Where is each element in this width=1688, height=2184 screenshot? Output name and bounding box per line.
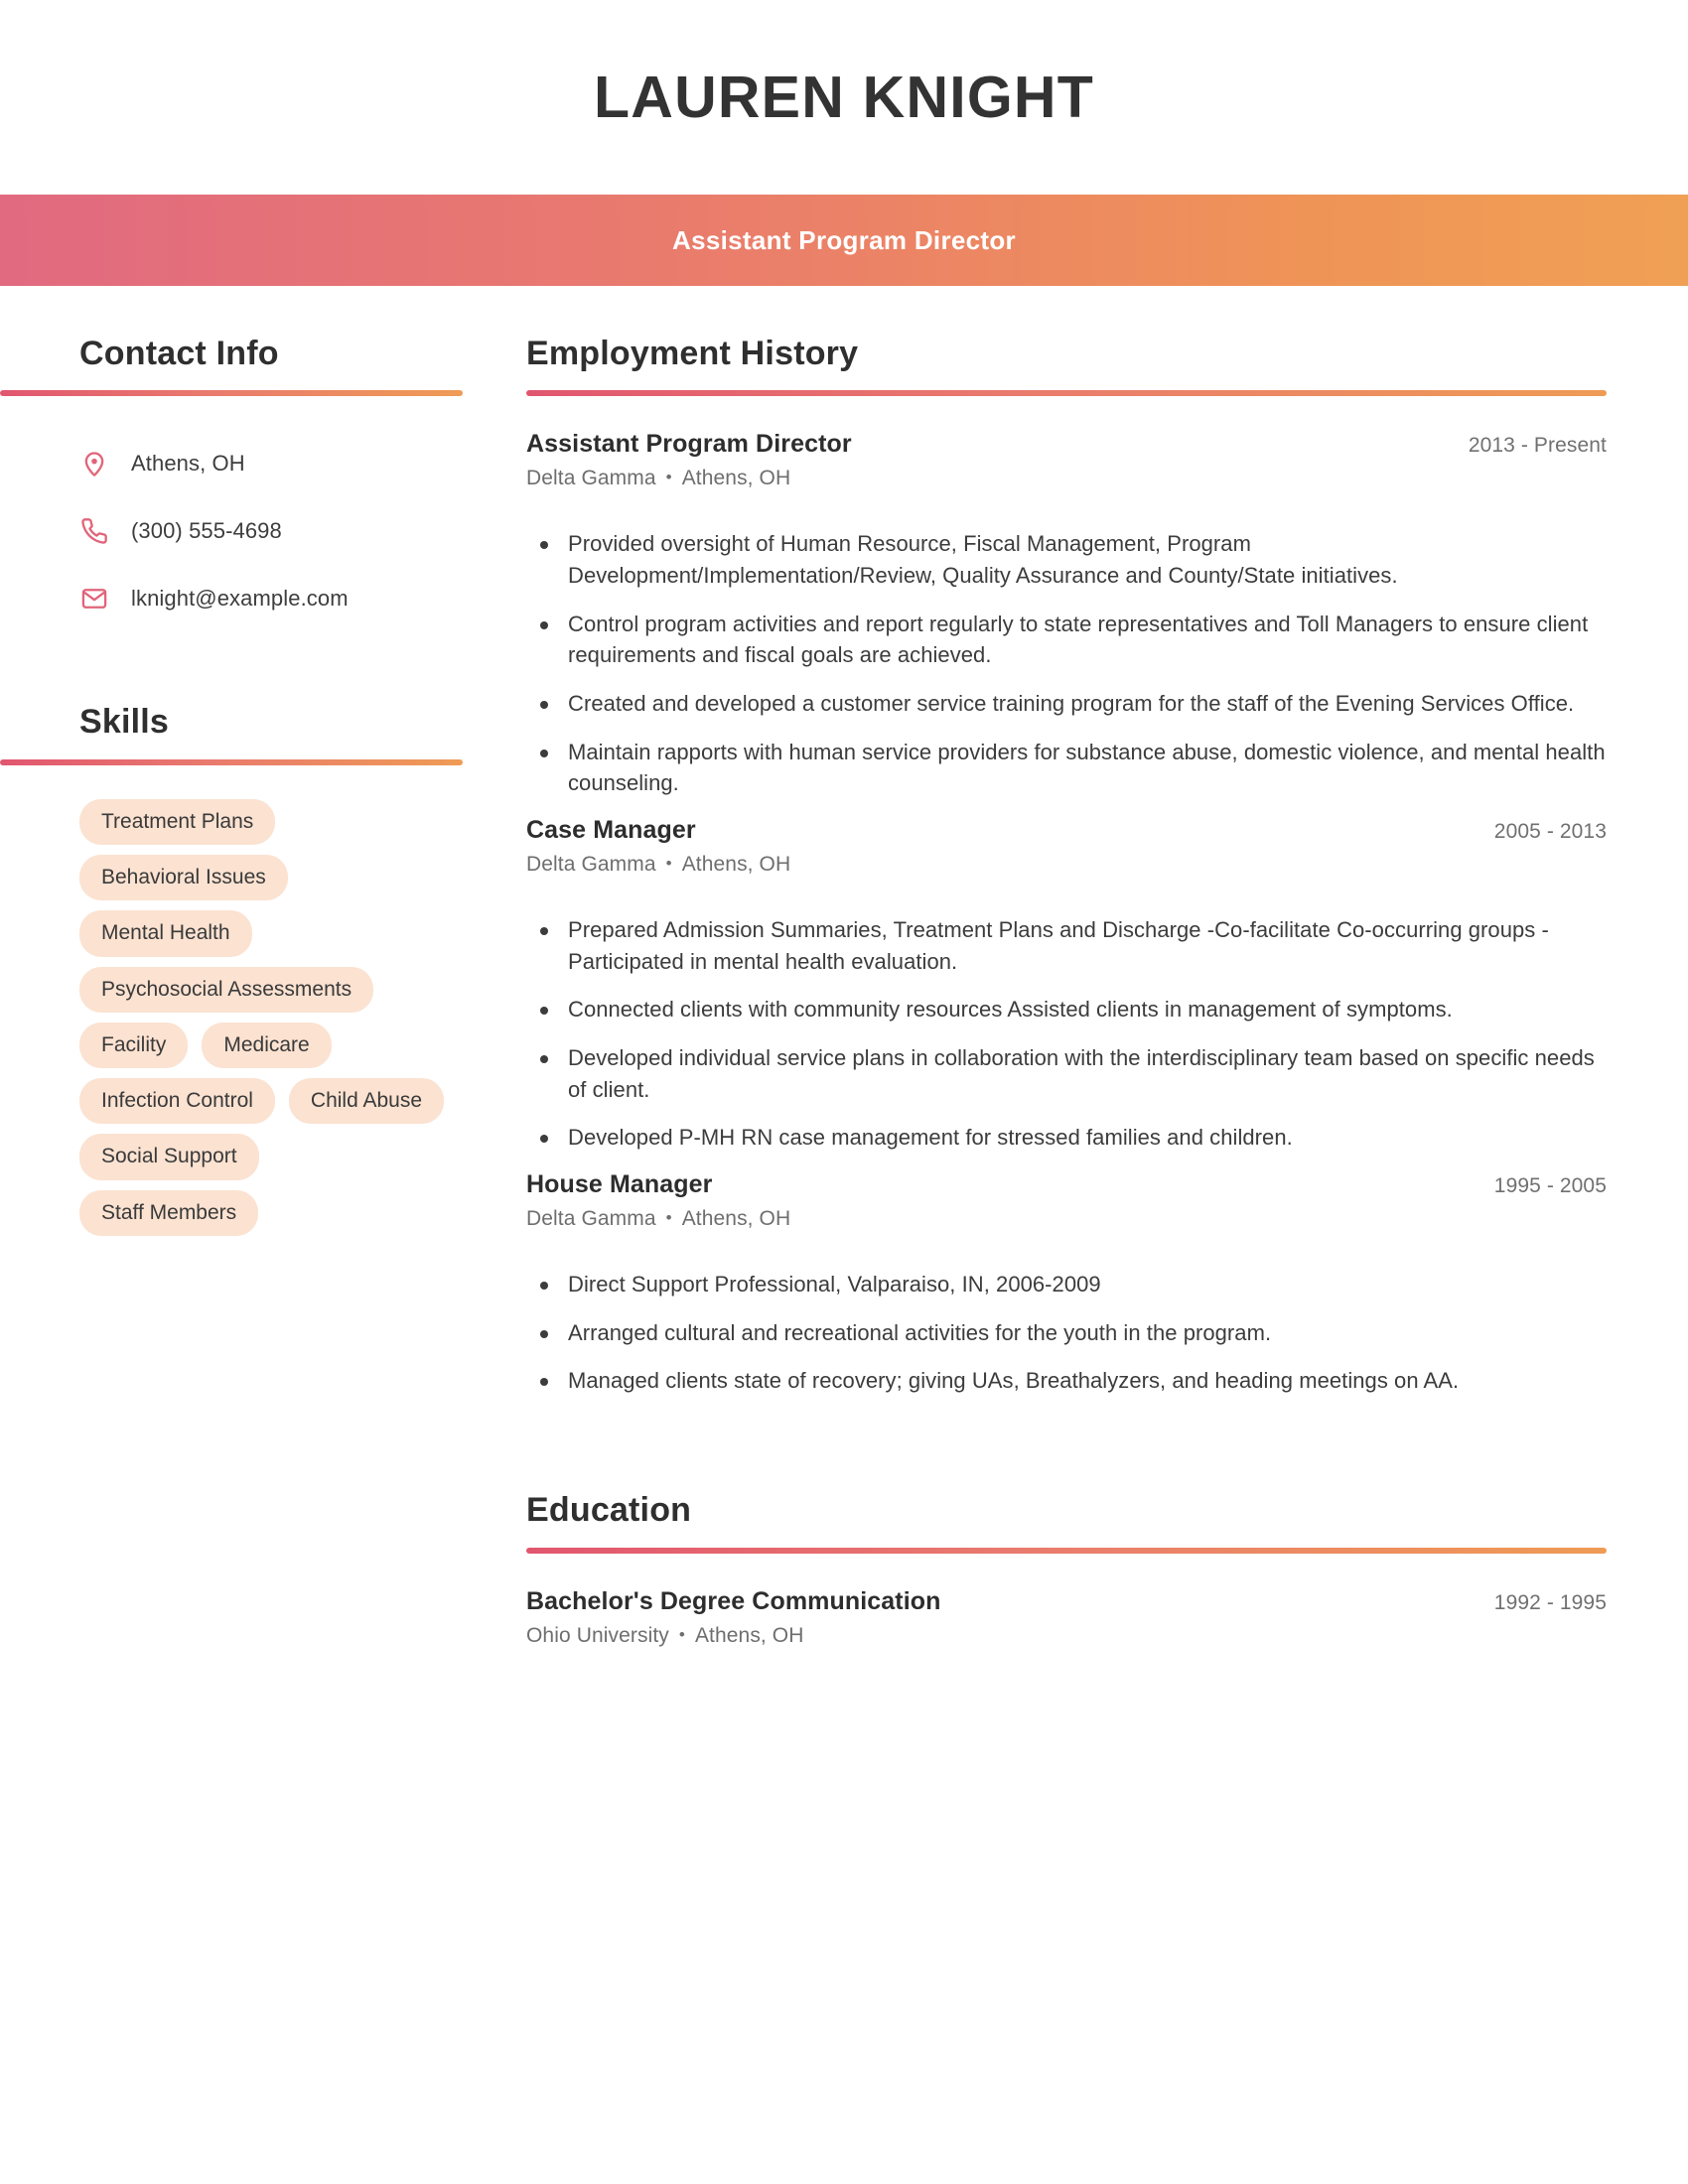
skills-section: Skills Treatment Plans Behavioral Issues… bbox=[0, 703, 526, 1236]
job-location: Athens, OH bbox=[681, 853, 791, 877]
entry-header: Bachelor's Degree Communication 1992 - 1… bbox=[526, 1587, 1607, 1616]
skill-pill: Social Support bbox=[79, 1134, 259, 1180]
job-company-location: Delta Gamma • Athens, OH bbox=[526, 853, 1607, 877]
job-dates: 2013 - Present bbox=[1468, 434, 1607, 458]
bullet-item: Provided oversight of Human Resource, Fi… bbox=[526, 528, 1607, 591]
contact-info-heading: Contact Info bbox=[79, 335, 279, 372]
contact-list: Athens, OH (300) 555-4698 lknight@exampl… bbox=[0, 430, 526, 632]
skill-pill: Treatment Plans bbox=[79, 798, 276, 846]
school-location-value: Athens, OH bbox=[694, 1623, 804, 1647]
degree-title: Bachelor's Degree Communication bbox=[526, 1586, 941, 1615]
job-location: Athens, OH bbox=[681, 467, 791, 490]
page-title: LAUREN KNIGHT bbox=[594, 64, 1094, 130]
employment-entry: House Manager 1995 - 2005 Delta Gamma • At… bbox=[526, 1170, 1607, 1397]
section-divider bbox=[526, 1547, 1607, 1554]
skill-pill: Facility bbox=[79, 1022, 189, 1069]
role-banner: Assistant Program Director bbox=[0, 195, 1688, 286]
role-title: Assistant Program Director bbox=[672, 224, 1016, 255]
bullet-item: Arranged cultural and recreational activ… bbox=[526, 1317, 1607, 1349]
education-section: Education Bachelor's Degree Communicatio… bbox=[526, 1491, 1607, 1648]
skill-pill: Psychosocial Assessments bbox=[79, 966, 374, 1013]
envelope-icon bbox=[79, 584, 109, 614]
job-dates: 2005 - 2013 bbox=[1493, 820, 1607, 844]
contact-item-phone: (300) 555-4698 bbox=[79, 497, 526, 565]
phone-icon bbox=[79, 516, 109, 546]
bullet-separator: • bbox=[665, 854, 672, 874]
bullet-item: Connected clients with community resourc… bbox=[526, 994, 1607, 1025]
school-name: Ohio University bbox=[526, 1623, 669, 1647]
education-entries: Bachelor's Degree Communication 1992 - 1… bbox=[526, 1587, 1607, 1648]
bullet-item: Created and developed a customer service… bbox=[526, 688, 1607, 720]
job-company-location: Delta Gamma • Athens, OH bbox=[526, 1207, 1607, 1231]
employment-history-heading: Employment History bbox=[526, 335, 859, 372]
section-divider bbox=[0, 758, 463, 765]
resume-body: Contact Info Athens, OH (300) 555-4698 l… bbox=[0, 286, 1688, 1662]
contact-location-value: Athens, OH bbox=[131, 451, 245, 477]
entry-header: Case Manager 2005 - 2013 bbox=[526, 816, 1607, 845]
bullet-item: Developed individual service plans in co… bbox=[526, 1042, 1607, 1105]
employment-entry: Assistant Program Director 2013 - Presen… bbox=[526, 430, 1607, 799]
resume-header: LAUREN KNIGHT bbox=[0, 0, 1688, 195]
bullet-item: Managed clients state of recovery; givin… bbox=[526, 1365, 1607, 1397]
skill-pill: Behavioral Issues bbox=[79, 855, 288, 901]
section-divider bbox=[526, 390, 1607, 397]
bullet-separator: • bbox=[665, 1208, 672, 1228]
skills-heading: Skills bbox=[79, 703, 170, 742]
bullet-item: Control program activities and report re… bbox=[526, 609, 1607, 671]
skill-pill: Infection Control bbox=[79, 1078, 275, 1125]
location-pin-icon bbox=[79, 449, 109, 478]
entry-header: Assistant Program Director 2013 - Presen… bbox=[526, 430, 1607, 459]
job-title: Assistant Program Director bbox=[526, 430, 852, 459]
job-bullets: Direct Support Professional, Valparaiso,… bbox=[526, 1269, 1607, 1397]
education-heading: Education bbox=[526, 1491, 692, 1530]
contact-phone-value: (300) 555-4698 bbox=[131, 518, 282, 544]
job-bullets: Prepared Admission Summaries, Treatment … bbox=[526, 914, 1607, 1154]
bullet-item: Developed P-MH RN case management for st… bbox=[526, 1122, 1607, 1154]
job-dates: 1995 - 2005 bbox=[1493, 1174, 1607, 1198]
school-location: Ohio University • Athens, OH bbox=[526, 1624, 1607, 1648]
skill-pill: Staff Members bbox=[79, 1189, 259, 1236]
skills-list: Treatment Plans Behavioral Issues Mental… bbox=[0, 798, 447, 1236]
job-company: Delta Gamma bbox=[526, 853, 656, 877]
job-bullets: Provided oversight of Human Resource, Fi… bbox=[526, 528, 1607, 799]
skill-pill: Medicare bbox=[202, 1022, 332, 1069]
employment-history-section: Employment History Assistant Program Dir… bbox=[526, 335, 1607, 1397]
employment-entries: Assistant Program Director 2013 - Presen… bbox=[526, 430, 1607, 1397]
contact-item-location: Athens, OH bbox=[79, 430, 526, 497]
job-title: House Manager bbox=[526, 1170, 713, 1199]
bullet-item: Prepared Admission Summaries, Treatment … bbox=[526, 914, 1607, 977]
section-divider bbox=[0, 390, 463, 397]
entry-header: House Manager 1995 - 2005 bbox=[526, 1170, 1607, 1199]
bullet-separator: • bbox=[678, 1624, 685, 1644]
main-content: Employment History Assistant Program Dir… bbox=[526, 335, 1688, 1662]
bullet-separator: • bbox=[665, 468, 672, 487]
degree-dates: 1992 - 1995 bbox=[1493, 1590, 1607, 1614]
contact-info-section: Contact Info Athens, OH (300) 555-4698 l… bbox=[0, 335, 526, 632]
contact-item-email: lknight@example.com bbox=[79, 565, 526, 632]
job-company: Delta Gamma bbox=[526, 467, 656, 490]
job-title: Case Manager bbox=[526, 816, 696, 845]
employment-entry: Case Manager 2005 - 2013 Delta Gamma • Ath… bbox=[526, 816, 1607, 1154]
bullet-item: Maintain rapports with human service pro… bbox=[526, 737, 1607, 799]
job-location: Athens, OH bbox=[681, 1207, 791, 1231]
sidebar: Contact Info Athens, OH (300) 555-4698 l… bbox=[0, 335, 526, 1236]
education-entry: Bachelor's Degree Communication 1992 - 1… bbox=[526, 1587, 1607, 1648]
skill-pill: Child Abuse bbox=[288, 1078, 444, 1125]
contact-email-value: lknight@example.com bbox=[131, 586, 349, 612]
job-company-location: Delta Gamma • Athens, OH bbox=[526, 467, 1607, 490]
bullet-item: Direct Support Professional, Valparaiso,… bbox=[526, 1269, 1607, 1300]
skill-pill: Mental Health bbox=[79, 910, 252, 957]
job-company: Delta Gamma bbox=[526, 1207, 656, 1231]
